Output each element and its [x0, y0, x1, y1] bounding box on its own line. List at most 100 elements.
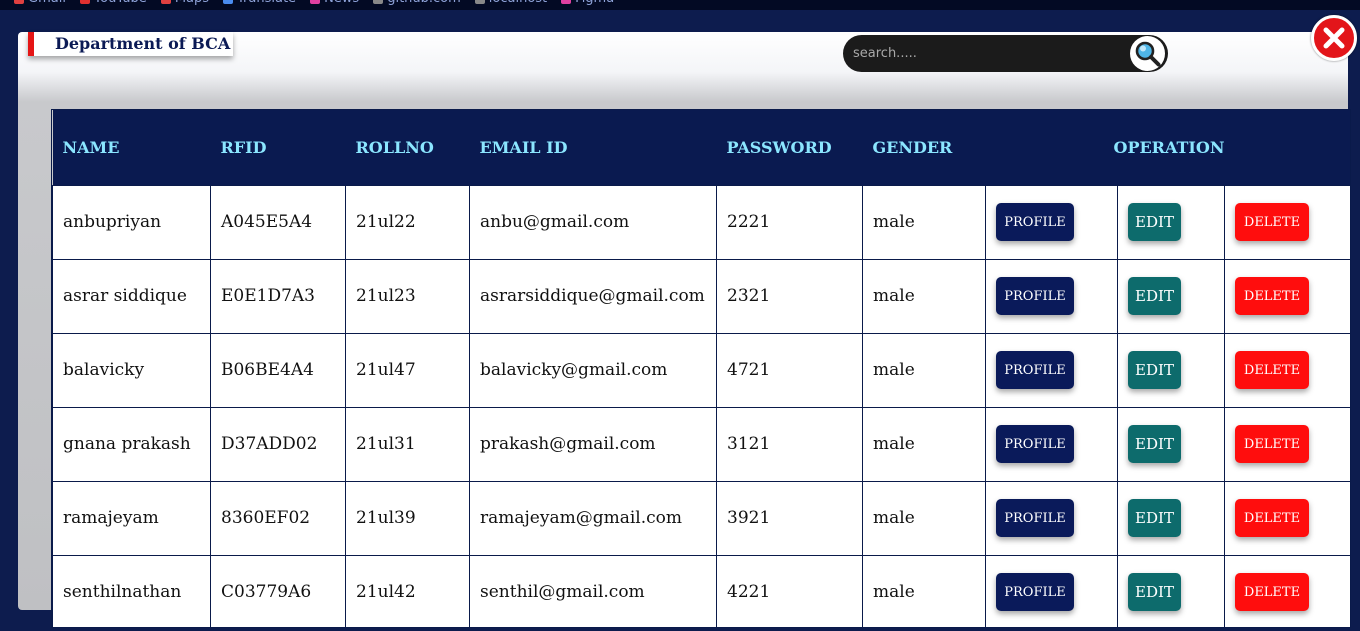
search-button[interactable]: [1130, 36, 1165, 71]
cell-rollno: 21ul31: [345, 406, 470, 482]
edit-button[interactable]: EDIT: [1128, 425, 1181, 463]
delete-button[interactable]: DELETE: [1235, 203, 1309, 241]
students-table-container: NAME RFID ROLLNO EMAIL ID PASSWORD GENDE…: [51, 109, 1351, 628]
table-row: anbupriyan A045E5A4 21ul22 anbu@gmail.com 22…: [52, 184, 1350, 260]
cell-name: balavicky: [52, 332, 211, 408]
cell-rollno: 21ul47: [345, 332, 470, 408]
bookmark-favicon-icon: [14, 0, 24, 4]
bookmark-label: Translate: [237, 0, 296, 6]
column-header-gender: GENDER: [872, 137, 953, 157]
search-input[interactable]: [853, 43, 1123, 64]
bookmark-favicon-icon: [160, 0, 171, 4]
cell-name: anbupriyan: [52, 184, 211, 260]
profile-button[interactable]: PROFILE: [996, 351, 1074, 389]
column-header-operation: OPERATION: [1113, 137, 1225, 157]
bookmark-label: Gmail: [28, 0, 66, 6]
cell-profile-action: PROFILE: [985, 480, 1118, 556]
profile-button[interactable]: PROFILE: [996, 277, 1074, 315]
cell-gender: male: [862, 184, 986, 260]
table-row: senthilnathan C03779A6 21ul42 senthil@gmail…: [52, 554, 1350, 627]
bookmark-item[interactable]: Figma: [561, 0, 614, 6]
table-row: gnana prakash D37ADD02 21ul31 prakash@gmail…: [52, 406, 1350, 482]
edit-button[interactable]: EDIT: [1128, 573, 1181, 611]
cell-gender: male: [862, 480, 986, 556]
delete-button[interactable]: DELETE: [1235, 425, 1309, 463]
bookmark-item[interactable]: github.com: [373, 0, 461, 6]
profile-button[interactable]: PROFILE: [996, 425, 1074, 463]
cell-edit-action: EDIT: [1117, 406, 1225, 482]
cell-rollno: 21ul42: [345, 554, 470, 627]
cell-rfid: E0E1D7A3: [210, 258, 346, 334]
delete-button[interactable]: DELETE: [1235, 499, 1309, 537]
cell-edit-action: EDIT: [1117, 184, 1225, 260]
bookmark-favicon-icon: [373, 0, 384, 4]
edit-button[interactable]: EDIT: [1128, 203, 1181, 241]
cell-edit-action: EDIT: [1117, 332, 1225, 408]
cell-edit-action: EDIT: [1117, 258, 1225, 334]
cell-name: asrar siddique: [52, 258, 211, 334]
close-x-icon: [1323, 27, 1345, 49]
edit-button[interactable]: EDIT: [1128, 499, 1181, 537]
students-table: NAME RFID ROLLNO EMAIL ID PASSWORD GENDE…: [52, 110, 1350, 627]
cell-delete-action: DELETE: [1224, 332, 1350, 408]
search-bar: [843, 35, 1168, 72]
bookmark-item[interactable]: Gmail: [14, 0, 66, 6]
bookmark-item[interactable]: YouTube: [79, 0, 147, 6]
delete-button[interactable]: DELETE: [1235, 351, 1309, 389]
column-header-email: EMAIL ID: [479, 137, 568, 157]
department-modal: Department of BCA NAME RFID ROLLNO: [18, 32, 1351, 628]
column-header-password: PASSWORD: [726, 137, 832, 157]
bookmark-item[interactable]: Maps: [160, 0, 209, 6]
profile-button[interactable]: PROFILE: [996, 203, 1074, 241]
profile-button[interactable]: PROFILE: [996, 499, 1074, 537]
cell-gender: male: [862, 332, 986, 408]
bookmark-item[interactable]: Translate: [223, 0, 296, 6]
cell-edit-action: EDIT: [1117, 554, 1225, 627]
cell-rollno: 21ul39: [345, 480, 470, 556]
cell-gender: male: [862, 406, 986, 482]
table-row: asrar siddique E0E1D7A3 21ul23 asrarsiddiqu…: [52, 258, 1350, 334]
bookmark-favicon-icon: [561, 0, 572, 4]
department-title: Department of BCA: [28, 32, 233, 56]
cell-email: ramajeyam@gmail.com: [469, 480, 717, 556]
cell-profile-action: PROFILE: [985, 184, 1118, 260]
bookmark-item[interactable]: News: [310, 0, 359, 6]
cell-profile-action: PROFILE: [985, 258, 1118, 334]
cell-password: 4221: [716, 554, 863, 627]
cell-password: 3121: [716, 406, 863, 482]
cell-delete-action: DELETE: [1224, 258, 1350, 334]
cell-rfid: 8360EF02: [210, 480, 346, 556]
column-header-rollno: ROLLNO: [355, 137, 434, 157]
bookmark-item[interactable]: localhost: [474, 0, 547, 6]
bookmarks-row: Gmail YouTube Maps Translate News github.com l…: [0, 0, 1360, 6]
cell-email: anbu@gmail.com: [469, 184, 717, 260]
magnifier-icon: [1135, 41, 1161, 67]
bookmark-label: News: [324, 0, 359, 6]
delete-button[interactable]: DELETE: [1235, 573, 1309, 611]
column-header-name: NAME: [62, 137, 120, 157]
cell-rfid: B06BE4A4: [210, 332, 346, 408]
edit-button[interactable]: EDIT: [1128, 351, 1181, 389]
table-header-row: NAME RFID ROLLNO EMAIL ID PASSWORD GENDE…: [52, 110, 1350, 185]
cell-email: prakash@gmail.com: [469, 406, 717, 482]
column-header-rfid: RFID: [220, 137, 267, 157]
table-row: ramajeyam 8360EF02 21ul39 ramajeyam@gmail.c…: [52, 480, 1350, 556]
bookmark-label: Maps: [175, 0, 209, 6]
cell-rfid: A045E5A4: [210, 184, 346, 260]
cell-delete-action: DELETE: [1224, 480, 1350, 556]
edit-button[interactable]: EDIT: [1128, 277, 1181, 315]
cell-edit-action: EDIT: [1117, 480, 1225, 556]
delete-button[interactable]: DELETE: [1235, 277, 1309, 315]
bookmark-label: localhost: [489, 0, 547, 6]
close-modal-button[interactable]: [1311, 15, 1357, 61]
cell-delete-action: DELETE: [1224, 184, 1350, 260]
bookmark-label: github.com: [387, 0, 461, 6]
cell-name: ramajeyam: [52, 480, 211, 556]
profile-button[interactable]: PROFILE: [996, 573, 1074, 611]
bookmark-favicon-icon: [79, 0, 90, 4]
bookmark-favicon-icon: [223, 0, 234, 4]
cell-email: balavicky@gmail.com: [469, 332, 717, 408]
cell-delete-action: DELETE: [1224, 554, 1350, 627]
cell-email: asrarsiddique@gmail.com: [469, 258, 717, 334]
cell-password: 2221: [716, 184, 863, 260]
